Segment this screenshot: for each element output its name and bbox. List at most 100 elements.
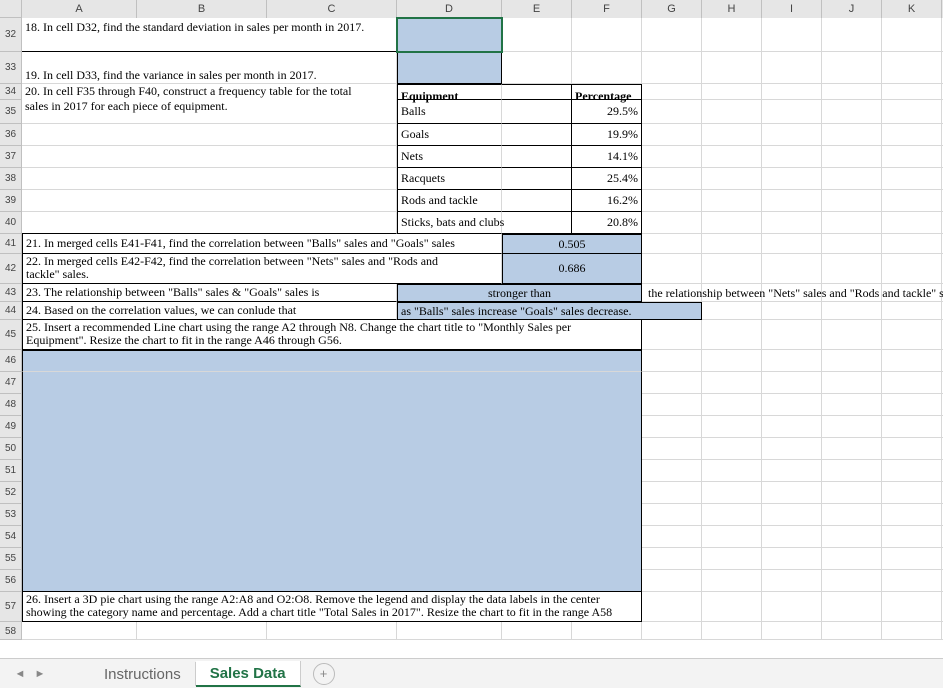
cell-J48[interactable]	[822, 394, 882, 416]
cell-J42[interactable]	[822, 254, 882, 284]
cell-J39[interactable]	[822, 190, 882, 212]
cell-H45[interactable]	[702, 320, 762, 350]
cell-A41[interactable]: 21. In merged cells E41-F41, find the co…	[22, 234, 502, 254]
cell-K41[interactable]	[882, 234, 942, 254]
row-header[interactable]: 36	[0, 124, 22, 146]
row-header[interactable]: 35	[0, 100, 22, 124]
col-header-B[interactable]: B	[137, 0, 267, 18]
cell-A40[interactable]	[22, 212, 397, 234]
row-header[interactable]: 48	[0, 394, 22, 416]
tab-instructions[interactable]: Instructions	[90, 662, 196, 686]
cell-D37[interactable]: Nets	[397, 146, 502, 168]
select-all-corner[interactable]	[0, 0, 22, 18]
cell-G40[interactable]	[642, 212, 702, 234]
cell-H49[interactable]	[702, 416, 762, 438]
col-header-G[interactable]: G	[642, 0, 702, 18]
cell-H55[interactable]	[702, 548, 762, 570]
cell-C58[interactable]	[267, 622, 397, 640]
cell-K37[interactable]	[882, 146, 942, 168]
cell-I38[interactable]	[762, 168, 822, 190]
cell-H46[interactable]	[702, 350, 762, 372]
row-header[interactable]: 39	[0, 190, 22, 212]
cell-I51[interactable]	[762, 460, 822, 482]
cell-A58[interactable]	[22, 622, 137, 640]
chart-placeholder[interactable]	[22, 482, 642, 504]
col-header-I[interactable]: I	[762, 0, 822, 18]
cell-J32[interactable]	[822, 18, 882, 52]
row-header[interactable]: 44	[0, 302, 22, 320]
cell-D44[interactable]: as "Balls" sales increase "Goals" sales …	[397, 302, 702, 320]
cell-J40[interactable]	[822, 212, 882, 234]
cell-K40[interactable]	[882, 212, 942, 234]
cell-J56[interactable]	[822, 570, 882, 592]
cell-I49[interactable]	[762, 416, 822, 438]
cell-K39[interactable]	[882, 190, 942, 212]
cell-I36[interactable]	[762, 124, 822, 146]
tab-sales-data[interactable]: Sales Data	[196, 661, 301, 687]
cell-H33[interactable]	[702, 52, 762, 84]
row-header[interactable]: 40	[0, 212, 22, 234]
cell-D43[interactable]: stronger than	[397, 284, 642, 302]
cell-I33[interactable]	[762, 52, 822, 84]
cell-I42[interactable]	[762, 254, 822, 284]
cell-K42[interactable]	[882, 254, 942, 284]
cell-I52[interactable]	[762, 482, 822, 504]
cell-I45[interactable]	[762, 320, 822, 350]
cell-J35[interactable]	[822, 100, 882, 124]
cell-F58[interactable]	[572, 622, 642, 640]
cell-G47[interactable]	[642, 372, 702, 394]
cell-G41[interactable]	[642, 234, 702, 254]
cell-E33[interactable]	[502, 52, 572, 84]
row-header[interactable]: 43	[0, 284, 22, 302]
cell-D36[interactable]: Goals	[397, 124, 502, 146]
row-header[interactable]: 47	[0, 372, 22, 394]
chart-placeholder[interactable]	[22, 372, 642, 394]
cell-J41[interactable]	[822, 234, 882, 254]
cell-H57[interactable]	[702, 592, 762, 622]
cell-F32[interactable]	[572, 18, 642, 52]
row-header[interactable]: 53	[0, 504, 22, 526]
cell-I41[interactable]	[762, 234, 822, 254]
cell-A36[interactable]	[22, 124, 397, 146]
cell-H50[interactable]	[702, 438, 762, 460]
row-header[interactable]: 57	[0, 592, 22, 622]
cell-I55[interactable]	[762, 548, 822, 570]
cell-I40[interactable]	[762, 212, 822, 234]
cell-A45[interactable]: 25. Insert a recommended Line chart usin…	[22, 320, 642, 350]
cell-J58[interactable]	[822, 622, 882, 640]
cell-A37[interactable]	[22, 146, 397, 168]
cell-G46[interactable]	[642, 350, 702, 372]
cell-I44[interactable]	[762, 302, 822, 320]
cell-I57[interactable]	[762, 592, 822, 622]
cell-G39[interactable]	[642, 190, 702, 212]
chart-placeholder[interactable]	[22, 416, 642, 438]
row-header[interactable]: 34	[0, 84, 22, 100]
cell-I54[interactable]	[762, 526, 822, 548]
cell-E35[interactable]	[502, 100, 572, 124]
cell-E42[interactable]: 0.686	[502, 254, 642, 284]
chart-placeholder[interactable]	[22, 570, 642, 592]
cell-J45[interactable]	[822, 320, 882, 350]
cell-K58[interactable]	[882, 622, 942, 640]
cell-I34[interactable]	[762, 84, 822, 100]
cell-H41[interactable]	[702, 234, 762, 254]
sheet-nav-next-icon[interactable]: ►	[33, 667, 47, 681]
cell-G54[interactable]	[642, 526, 702, 548]
row-header[interactable]: 56	[0, 570, 22, 592]
cell-D32[interactable]	[397, 18, 502, 52]
cell-E36[interactable]	[502, 124, 572, 146]
cell-K38[interactable]	[882, 168, 942, 190]
cell-K44[interactable]	[882, 302, 942, 320]
cell-A35[interactable]: sales in 2017 for each piece of equipmen…	[22, 100, 397, 124]
cell-H42[interactable]	[702, 254, 762, 284]
cell-G35[interactable]	[642, 100, 702, 124]
cell-A39[interactable]	[22, 190, 397, 212]
cell-G48[interactable]	[642, 394, 702, 416]
cell-A43[interactable]: 23. The relationship between "Balls" sal…	[22, 284, 397, 302]
cell-K52[interactable]	[882, 482, 942, 504]
cell-J36[interactable]	[822, 124, 882, 146]
cell-K33[interactable]	[882, 52, 942, 84]
cell-K49[interactable]	[882, 416, 942, 438]
chart-placeholder[interactable]	[22, 350, 642, 372]
col-header-K[interactable]: K	[882, 0, 942, 18]
